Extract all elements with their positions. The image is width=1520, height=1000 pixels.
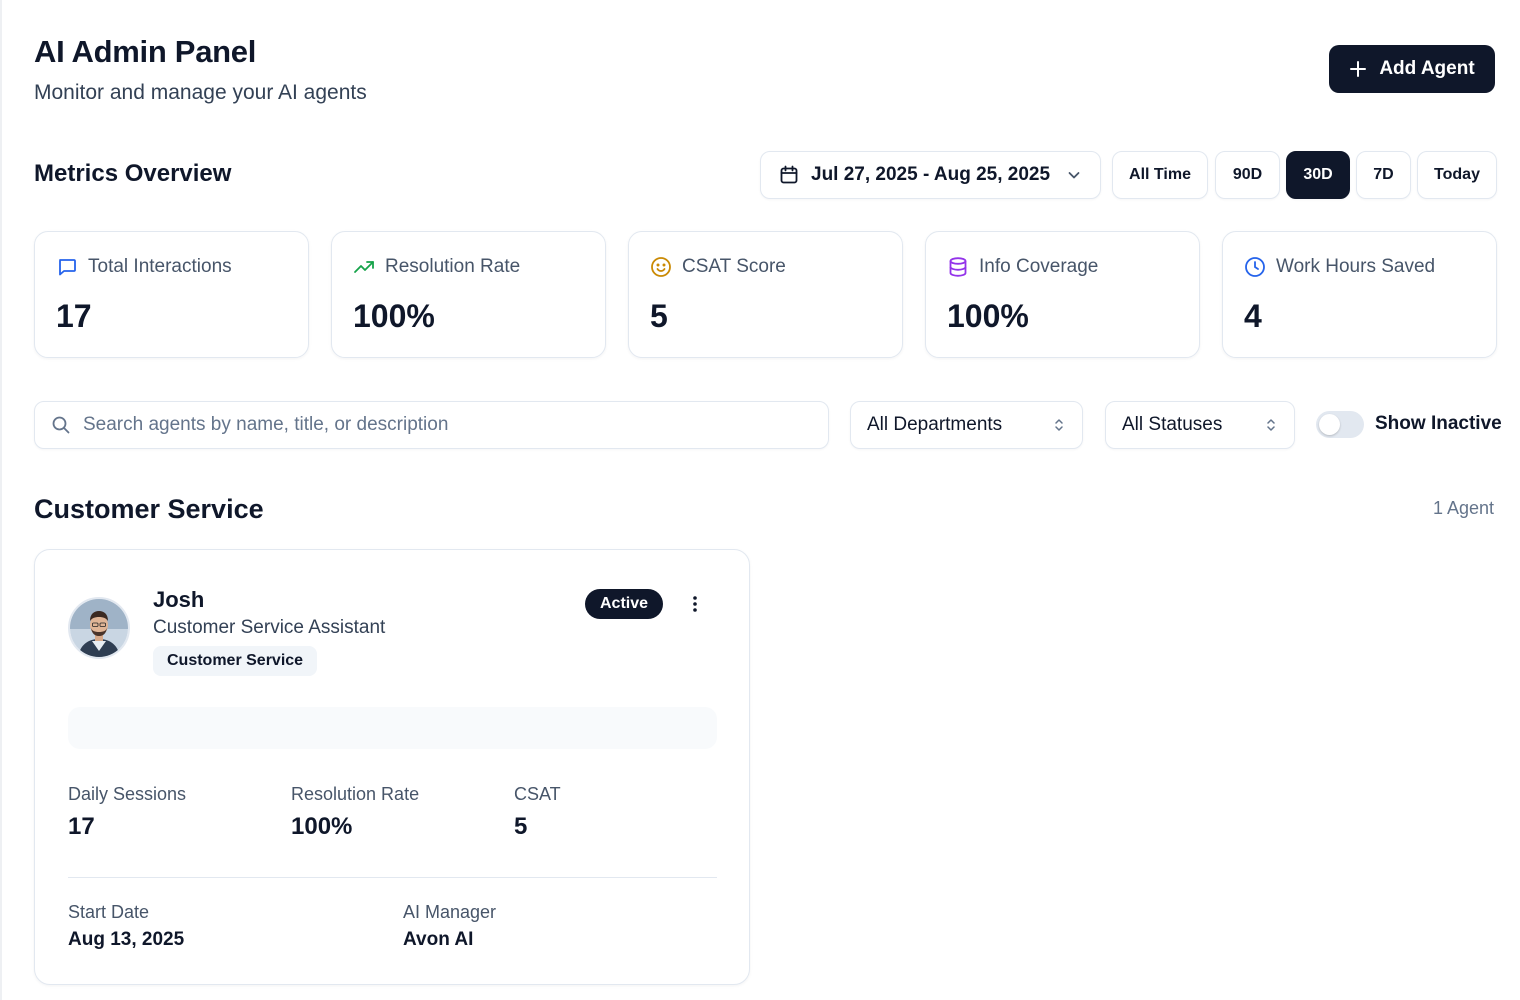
metric-header: Info Coverage: [947, 256, 1098, 278]
range-7d-button[interactable]: 7D: [1356, 151, 1411, 199]
metric-label: Info Coverage: [979, 256, 1099, 277]
search-input[interactable]: [83, 414, 783, 436]
page-subtitle: Monitor and manage your AI agents: [34, 81, 367, 104]
search-box[interactable]: [34, 401, 829, 449]
page-title: AI Admin Panel: [34, 34, 257, 69]
page: AI Admin Panel Monitor and manage your A…: [0, 0, 1520, 1000]
avatar: [68, 597, 130, 659]
toggle-knob: [1319, 414, 1340, 435]
range-30d-button[interactable]: 30D: [1286, 151, 1350, 199]
ai-manager-label: AI Manager: [403, 902, 497, 922]
metric-value: 4: [1244, 298, 1262, 334]
message-icon: [56, 256, 78, 278]
plus-icon: [1349, 60, 1367, 78]
group-title: Customer Service: [34, 494, 264, 524]
metric-value: 100%: [353, 298, 435, 334]
ai-manager-value: Avon AI: [403, 929, 474, 950]
more-vertical-icon[interactable]: [685, 592, 705, 616]
metric-card-resolution-rate: Resolution Rate 100%: [331, 231, 606, 358]
metric-value: 5: [650, 298, 668, 334]
metric-label: Total Interactions: [88, 256, 232, 277]
department-select[interactable]: All Departments: [850, 401, 1083, 449]
date-range-picker[interactable]: Jul 27, 2025 - Aug 25, 2025: [760, 151, 1101, 199]
date-range-text: Jul 27, 2025 - Aug 25, 2025: [811, 164, 1051, 185]
range-label: Today: [1434, 166, 1480, 183]
metric-value: 100%: [947, 298, 1029, 334]
metric-header: Total Interactions: [56, 256, 232, 278]
metric-label: Resolution Rate: [385, 256, 521, 277]
chevron-down-icon: [1066, 167, 1082, 183]
metric-header: Work Hours Saved: [1244, 256, 1435, 278]
status-select[interactable]: All Statuses: [1105, 401, 1295, 449]
search-icon: [51, 415, 71, 435]
metric-card-work-hours-saved: Work Hours Saved 4: [1222, 231, 1497, 358]
metric-value: 17: [56, 298, 92, 334]
metric-card-csat-score: CSAT Score 5: [628, 231, 903, 358]
clock-icon: [1244, 256, 1266, 278]
chevron-up-down-icon: [1052, 416, 1066, 434]
start-date-value: Aug 13, 2025: [68, 929, 185, 950]
stat-label: CSAT: [514, 784, 561, 804]
smile-icon: [650, 256, 672, 278]
agent-name: Josh: [153, 587, 205, 612]
agent-card[interactable]: Josh Customer Service Assistant Customer…: [34, 549, 750, 985]
status-badge: Active: [585, 589, 664, 619]
group-agent-count: 1 Agent: [1432, 498, 1494, 518]
metric-label: Work Hours Saved: [1276, 256, 1436, 277]
trending-up-icon: [353, 256, 375, 278]
range-today-button[interactable]: Today: [1417, 151, 1497, 199]
range-label: 7D: [1373, 166, 1394, 183]
add-agent-button[interactable]: Add Agent: [1329, 45, 1495, 93]
show-inactive-label: Show Inactive: [1375, 413, 1502, 434]
agent-title: Customer Service Assistant: [153, 617, 386, 638]
department-select-value: All Departments: [867, 414, 1003, 435]
range-label: All Time: [1129, 166, 1191, 183]
metric-header: Resolution Rate: [353, 256, 520, 278]
stat-label: Resolution Rate: [291, 784, 420, 804]
range-all-time-button[interactable]: All Time: [1112, 151, 1208, 199]
stat-value: 5: [514, 813, 528, 840]
calendar-icon: [779, 165, 799, 185]
add-agent-label: Add Agent: [1379, 58, 1475, 79]
chevron-up-down-icon: [1264, 416, 1278, 434]
stat-value: 17: [68, 813, 95, 840]
database-icon: [947, 256, 969, 278]
stat-value: 100%: [291, 813, 353, 840]
metric-header: CSAT Score: [650, 256, 786, 278]
range-label: 30D: [1303, 166, 1333, 183]
status-select-value: All Statuses: [1122, 414, 1223, 435]
divider: [68, 877, 717, 878]
show-inactive-toggle[interactable]: [1316, 411, 1364, 438]
start-date-label: Start Date: [68, 902, 150, 922]
range-label: 90D: [1232, 166, 1263, 183]
metric-card-total-interactions: Total Interactions 17: [34, 231, 309, 358]
metric-card-info-coverage: Info Coverage 100%: [925, 231, 1200, 358]
agent-department-tag: Customer Service: [153, 646, 318, 676]
metric-label: CSAT Score: [682, 256, 786, 277]
metrics-overview-title: Metrics Overview: [34, 160, 232, 187]
stat-label: Daily Sessions: [68, 784, 187, 804]
agent-description-placeholder: [68, 707, 717, 749]
range-90d-button[interactable]: 90D: [1215, 151, 1280, 199]
